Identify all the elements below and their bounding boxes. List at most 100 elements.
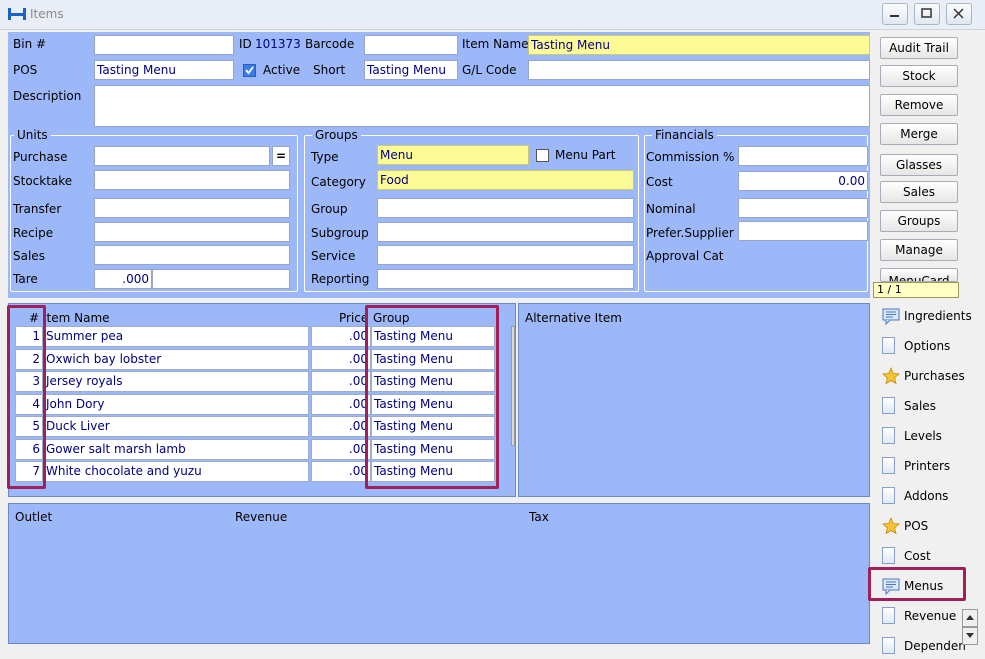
row-price[interactable]: .00	[311, 438, 371, 460]
row-price[interactable]: .00	[311, 461, 371, 482]
row-item-name[interactable]: Jersey royals	[43, 371, 309, 392]
close-button[interactable]	[946, 3, 972, 25]
row-number[interactable]: 3	[15, 371, 43, 392]
merge-button[interactable]: Merge	[880, 123, 958, 145]
reporting-field[interactable]	[377, 269, 634, 289]
bin-field[interactable]	[94, 35, 234, 55]
row-price[interactable]: .00	[311, 416, 371, 437]
header-num: #	[29, 311, 40, 325]
stocktake-field[interactable]	[94, 170, 290, 190]
row-number[interactable]: 6	[15, 438, 43, 460]
subgroup-field[interactable]	[377, 222, 634, 242]
row-price[interactable]: .00	[311, 393, 371, 415]
row-item-name[interactable]: Oxwich bay lobster	[43, 348, 309, 370]
tab-purchases[interactable]: Purchases	[878, 363, 978, 389]
row-group[interactable]: Tasting Menu	[371, 348, 495, 370]
row-item-name[interactable]: John Dory	[43, 393, 309, 415]
recipe-field[interactable]	[94, 222, 290, 242]
purchase-equals-button[interactable]: =	[272, 146, 290, 166]
tabs-scroll-up-button[interactable]	[962, 609, 978, 627]
tab-label: Options	[904, 339, 951, 353]
gl-code-label: G/L Code	[462, 63, 517, 77]
transfer-field[interactable]	[94, 198, 290, 218]
sales-button[interactable]: Sales	[880, 181, 958, 203]
row-number[interactable]: 2	[15, 348, 43, 370]
active-checkbox[interactable]	[243, 64, 256, 77]
gl-code-field[interactable]	[528, 60, 870, 80]
nominal-field[interactable]	[738, 198, 868, 218]
tab-printers[interactable]: Printers	[878, 453, 978, 479]
row-group[interactable]: Tasting Menu	[371, 393, 495, 415]
audit-trail-button[interactable]: Audit Trail	[880, 37, 958, 59]
tare-field[interactable]: .000	[94, 269, 152, 289]
maximize-button[interactable]	[914, 3, 940, 25]
tab-addons[interactable]: Addons	[878, 483, 978, 509]
description-field[interactable]	[94, 85, 870, 127]
section-tabs: Ingredients Options Purchases Sales Levels Pr…	[872, 303, 985, 654]
item-name-label: Item Name	[462, 37, 529, 51]
menu-items-grid: # Item Name Price Group 1 Summer pea .00 Ta…	[8, 303, 516, 497]
barcode-label: Barcode	[305, 37, 355, 51]
tabs-scroll-down-button[interactable]	[962, 627, 978, 645]
short-field[interactable]: Tasting Menu	[364, 60, 458, 80]
tab-ingredients[interactable]: Ingredients	[878, 303, 978, 329]
row-price[interactable]: .00	[311, 371, 371, 392]
outlet-revenue-panel: Outlet Revenue Tax	[8, 503, 870, 644]
tab-sales[interactable]: Sales	[878, 393, 978, 419]
sales-unit-field[interactable]	[94, 245, 290, 265]
row-group[interactable]: Tasting Menu	[371, 438, 495, 460]
tab-label: Dependen	[904, 639, 966, 653]
row-price[interactable]: .00	[311, 326, 371, 347]
tab-levels[interactable]: Levels	[878, 423, 978, 449]
tab-label: POS	[904, 519, 929, 533]
menucard-button[interactable]: MenuCard	[880, 268, 958, 282]
service-field[interactable]	[377, 245, 634, 265]
tab-label: Cost	[904, 549, 931, 563]
glasses-button[interactable]: Glasses	[880, 154, 958, 176]
header-item-name[interactable]: Item Name	[43, 311, 110, 325]
row-group[interactable]: Tasting Menu	[371, 371, 495, 392]
cost-field[interactable]: 0.00	[738, 171, 868, 191]
commission-field[interactable]	[738, 146, 868, 166]
item-details-panel: Bin # ID 101373 Barcode Item Name Tastin…	[8, 32, 870, 298]
prefer-supplier-field[interactable]	[738, 221, 868, 241]
item-name-field[interactable]: Tasting Menu	[528, 35, 870, 55]
tab-label: Printers	[904, 459, 951, 473]
purchase-field[interactable]	[94, 146, 270, 166]
tab-menus[interactable]: Menus	[878, 573, 978, 599]
page-icon	[882, 337, 900, 355]
row-item-name[interactable]: Gower salt marsh lamb	[43, 438, 309, 460]
menu-part-checkbox[interactable]	[536, 149, 549, 162]
row-number[interactable]: 4	[15, 393, 43, 415]
tab-label: Ingredients	[904, 309, 972, 323]
tab-pos[interactable]: POS	[878, 513, 978, 539]
row-item-name[interactable]: Duck Liver	[43, 416, 309, 437]
manage-button[interactable]: Manage	[880, 239, 958, 261]
page-icon	[882, 427, 900, 445]
remove-button[interactable]: Remove	[880, 94, 958, 116]
row-price[interactable]: .00	[311, 348, 371, 370]
row-group[interactable]: Tasting Menu	[371, 461, 495, 482]
row-group[interactable]: Tasting Menu	[371, 416, 495, 437]
barcode-field[interactable]	[364, 35, 458, 55]
pos-field[interactable]: Tasting Menu	[94, 60, 234, 80]
minimize-button[interactable]	[882, 3, 908, 25]
row-item-name[interactable]: White chocolate and yuzu	[43, 461, 309, 482]
type-field[interactable]: Menu	[377, 145, 529, 165]
group-field[interactable]	[377, 198, 634, 218]
tab-options[interactable]: Options	[878, 333, 978, 359]
maximize-icon	[921, 8, 932, 18]
groups-button[interactable]: Groups	[880, 210, 958, 232]
row-number[interactable]: 1	[15, 326, 43, 347]
row-number[interactable]: 7	[15, 461, 43, 482]
row-group[interactable]: Tasting Menu	[371, 326, 495, 347]
page-icon	[882, 637, 900, 655]
tab-cost[interactable]: Cost	[878, 543, 978, 569]
header-group[interactable]: Group	[373, 311, 410, 325]
category-field[interactable]: Food	[377, 170, 634, 190]
grid-scrollbar[interactable]	[511, 326, 515, 446]
header-price[interactable]: Price	[339, 311, 368, 325]
row-number[interactable]: 5	[15, 416, 43, 437]
row-item-name[interactable]: Summer pea	[43, 326, 309, 347]
stock-button[interactable]: Stock	[880, 65, 958, 87]
